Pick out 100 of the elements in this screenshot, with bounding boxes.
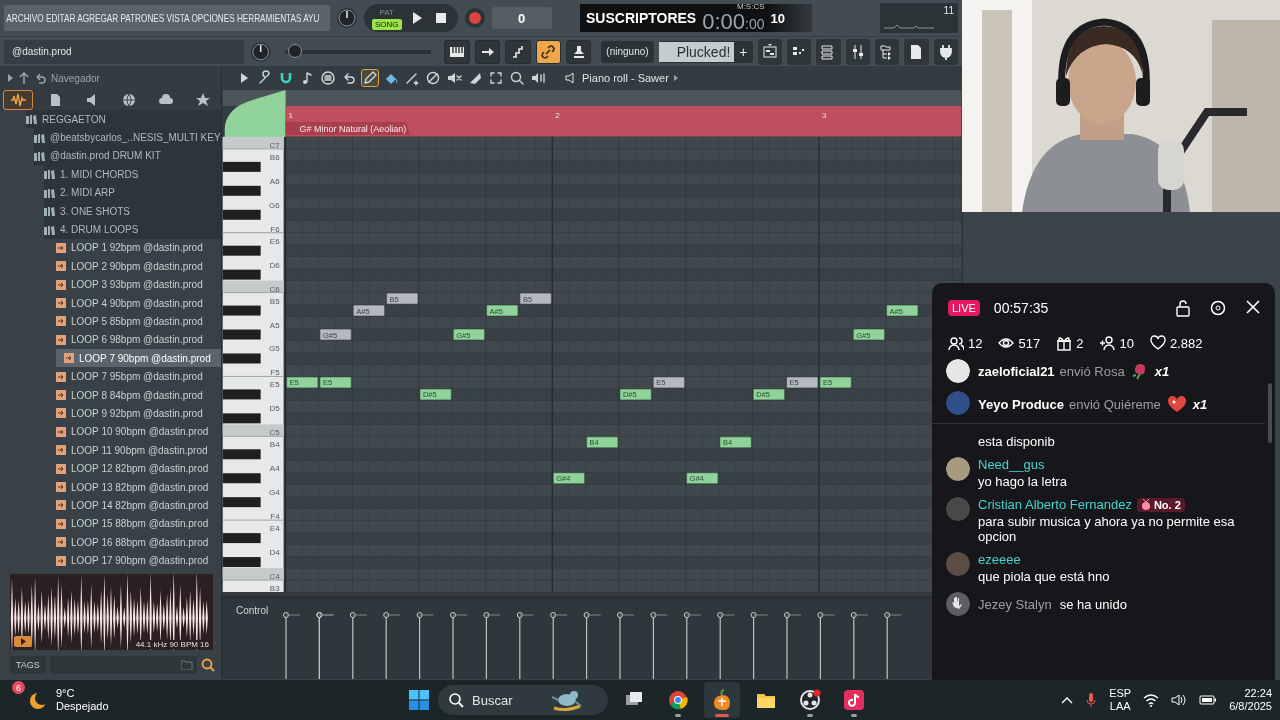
settings-icon[interactable] [1209, 299, 1227, 317]
user-name[interactable]: Yeyo Produce [978, 396, 1064, 412]
user-name[interactable]: Cristian Alberto Fernandez [978, 497, 1132, 512]
tree-item[interactable]: 1. MIDI CHORDS [44, 165, 221, 184]
knob-icon[interactable] [335, 6, 359, 30]
wifi-icon[interactable] [1143, 693, 1160, 707]
start-icon[interactable] [408, 689, 430, 711]
knob-icon[interactable] [249, 39, 273, 64]
tags-field[interactable] [49, 656, 197, 674]
tree-item[interactable]: LOOP 5 85bpm @dastin.prod [56, 312, 221, 331]
channel-selector[interactable]: Plucked! + [658, 40, 753, 63]
channel-name[interactable]: Plucked! [658, 41, 735, 62]
arrow-button[interactable] [474, 39, 501, 64]
key-label: C7 [269, 140, 280, 150]
key-label: A4 [269, 464, 280, 474]
zoom-icon[interactable] [508, 69, 526, 87]
overview-strip[interactable] [222, 90, 962, 106]
menu-text[interactable]: ARCHIVO EDITAR AGREGAR PATRONES VISTA OPCIONES HERRAMIENTAS AYU [4, 12, 320, 24]
key-label: B4 [269, 440, 280, 450]
tree-item[interactable]: LOOP 7 90bpm @dastin.prod [56, 349, 221, 368]
tree-item[interactable]: LOOP 12 82bpm @dastin.prod [56, 459, 221, 478]
banner-count: 10 [770, 10, 785, 26]
key-label: C5 [269, 428, 280, 438]
piano-roll-title[interactable]: Piano roll - Sawer [564, 71, 679, 85]
keyboard-button[interactable] [444, 39, 470, 64]
tree-item[interactable]: @beatsbycarlos_..NESIS_MULTI KEY [34, 128, 221, 147]
tree-item[interactable]: LOOP 2 90bpm @dastin.prod [56, 257, 221, 276]
step-button[interactable] [505, 39, 531, 64]
pattern-selector[interactable]: (ninguno) [601, 40, 654, 63]
audio-file-icon [56, 242, 66, 253]
undo-icon[interactable] [34, 72, 46, 84]
search-placeholder[interactable]: Buscar [472, 692, 542, 708]
search-icon[interactable] [201, 658, 215, 672]
play-icon[interactable] [14, 636, 32, 647]
control-label[interactable]: Control [236, 605, 269, 616]
battery-icon[interactable] [1199, 694, 1218, 706]
tree-item[interactable]: LOOP 16 88bpm @dastin.prod [56, 533, 221, 552]
folder-icon [34, 150, 45, 161]
fruit-app-button[interactable] [704, 682, 740, 718]
tags-label[interactable]: TAGS [10, 656, 46, 674]
user-name[interactable]: Need__gus [978, 457, 1045, 472]
tree-item[interactable]: LOOP 11 90bpm @dastin.prod [56, 441, 221, 460]
close-icon[interactable] [1245, 299, 1261, 315]
temperature[interactable]: 9°C [56, 687, 109, 700]
gift-text: envió Rosa [1059, 363, 1125, 379]
mode-toggle[interactable]: PAT [376, 6, 397, 18]
record-icon[interactable] [462, 6, 487, 30]
tree-item[interactable]: LOOP 6 98bpm @dastin.prod [56, 330, 221, 350]
tree-item[interactable]: LOOP 10 90bpm @dastin.prod [56, 422, 221, 442]
tree-item[interactable]: LOOP 8 84bpm @dastin.prod [56, 385, 221, 405]
microphone-icon[interactable] [1085, 692, 1098, 708]
up-arrow-icon[interactable] [19, 72, 29, 84]
lock-icon[interactable] [1175, 299, 1191, 317]
tree-item[interactable]: LOOP 17 90bpm @dastin.prod [56, 551, 221, 570]
user-name[interactable]: zaeloficial21 [978, 363, 1055, 379]
all-tab[interactable] [3, 90, 34, 110]
stamp-button[interactable] [566, 39, 592, 64]
language-indicator[interactable]: ESP LAA [1109, 687, 1132, 713]
stat-value: 2.882 [1169, 335, 1203, 351]
clock[interactable]: 22:24 6/8/2025 [1229, 687, 1272, 713]
speaker-icon[interactable] [1171, 693, 1188, 707]
user-name[interactable]: Jezey Stalyn [978, 596, 1052, 612]
menu-icon[interactable] [319, 69, 337, 87]
key-label: D4 [269, 548, 280, 558]
tree-item[interactable]: LOOP 4 90bpm @dastin.prod [56, 293, 221, 313]
playlist-icon[interactable] [760, 42, 779, 61]
search-field[interactable]: Buscar [438, 685, 608, 715]
tree-item[interactable]: LOOP 15 88bpm @dastin.prod [56, 514, 221, 533]
audio-file-icon [64, 353, 74, 364]
notification-badge: 6 [12, 681, 25, 694]
mode-toggle[interactable]: SONG [372, 18, 402, 30]
chat-message: que piola que está hno [978, 569, 1110, 584]
user-name[interactable]: ezeeee [978, 552, 1021, 567]
forbidden-icon[interactable] [424, 69, 442, 87]
waveform-icon [10, 92, 27, 108]
chevron-up-icon[interactable] [1061, 696, 1074, 704]
caret-icon[interactable] [6, 73, 14, 83]
tree-item[interactable]: LOOP 3 93bpm @dastin.prod [56, 275, 221, 294]
avatar[interactable] [946, 457, 970, 481]
hint-text: @dastin.prod [12, 46, 72, 57]
stat-value: 517 [1018, 335, 1041, 351]
tree-item[interactable]: LOOP 1 92bpm @dastin.prod [56, 238, 221, 258]
slider-thumb[interactable] [288, 43, 302, 58]
chat-message: esta disponib [978, 434, 1055, 449]
tree-item[interactable]: LOOP 7 95bpm @dastin.prod [56, 367, 221, 386]
tree-item[interactable]: LOOP 9 92bpm @dastin.prod [56, 404, 221, 423]
tempo-field[interactable]: 0 [491, 7, 552, 29]
avatar[interactable] [946, 359, 970, 383]
tree-item[interactable]: REGGAETON [26, 110, 221, 129]
add-button[interactable]: + [734, 43, 753, 60]
key-label: G4 [269, 488, 280, 498]
select-icon[interactable] [487, 69, 505, 87]
record-app-icon [799, 689, 821, 711]
tree-item[interactable]: LOOP 13 82bpm @dastin.prod [56, 477, 221, 497]
join-text: se ha unido [1059, 596, 1127, 612]
tree-item[interactable]: 4. DRUM LOOPS [44, 220, 221, 239]
tree-item[interactable]: LOOP 14 82bpm @dastin.prod [56, 496, 221, 515]
pencil-icon[interactable] [361, 69, 379, 87]
weather-condition[interactable]: Despejado [56, 700, 109, 713]
link-button[interactable] [535, 39, 561, 64]
